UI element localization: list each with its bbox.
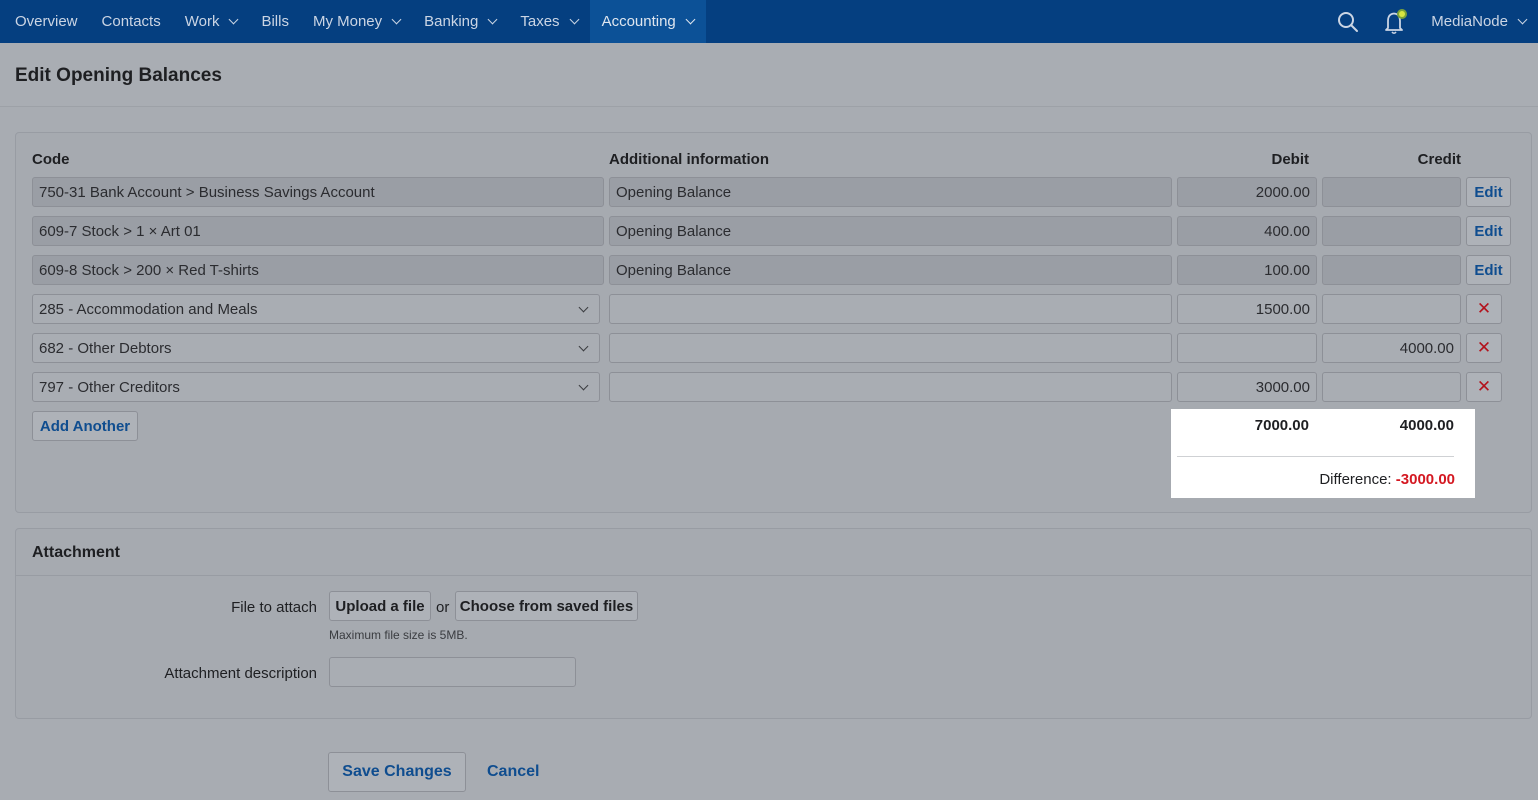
account-code-select[interactable]: 797 - Other Creditors	[32, 372, 600, 402]
row-code-field: 609-7 Stock > 1 × Art 01	[32, 216, 604, 246]
difference-value: -3000.00	[1395, 471, 1455, 488]
nav-item-bills[interactable]: Bills	[249, 0, 301, 43]
additional-info-input[interactable]	[609, 294, 1172, 324]
totals-divider	[1177, 456, 1454, 457]
nav-label: Contacts	[101, 13, 161, 30]
row-info-field: Opening Balance	[609, 177, 1172, 207]
opening-balances-panel: Code Additional information Debit Credit…	[15, 132, 1532, 513]
nav-label: Overview	[15, 13, 78, 30]
additional-info-input[interactable]	[609, 333, 1172, 363]
or-text: or	[436, 599, 450, 616]
debit-input[interactable]	[1177, 333, 1317, 363]
credit-input[interactable]: 4000.00	[1322, 333, 1461, 363]
remove-row-icon[interactable]: ✕	[1466, 372, 1502, 402]
choose-saved-files-button[interactable]: Choose from saved files	[455, 591, 638, 621]
credit-input[interactable]	[1322, 294, 1461, 324]
nav-label: Taxes	[520, 13, 560, 30]
row-debit-field: 2000.00	[1177, 177, 1317, 207]
nav-label: My Money	[312, 13, 383, 30]
cancel-link[interactable]: Cancel	[487, 763, 539, 781]
row-info-field: Opening Balance	[609, 216, 1172, 246]
page-header: Edit Opening Balances	[0, 43, 1538, 107]
nav-item-contacts[interactable]: Contacts	[90, 0, 173, 43]
nav-right-tools: MediaNode	[1335, 0, 1538, 43]
page-title: Edit Opening Balances	[15, 65, 222, 86]
chevron-down-icon	[569, 14, 580, 25]
row-credit-field	[1322, 216, 1461, 246]
row-code-field: 750-31 Bank Account > Business Savings A…	[32, 177, 604, 207]
nav-label: Banking	[424, 13, 479, 30]
row-debit-field: 400.00	[1177, 216, 1317, 246]
account-code-select[interactable]: 285 - Accommodation and Meals	[32, 294, 600, 324]
column-header-code: Code	[32, 151, 70, 168]
account-code-value: 797 - Other Creditors	[39, 378, 180, 396]
chevron-down-icon	[578, 380, 589, 390]
nav-item-my-money[interactable]: My Money	[301, 0, 412, 43]
edit-row-button[interactable]: Edit	[1466, 177, 1511, 207]
column-header-additional-info: Additional information	[609, 151, 769, 168]
account-code-select[interactable]: 682 - Other Debtors	[32, 333, 600, 363]
nav-item-taxes[interactable]: Taxes	[508, 0, 589, 43]
account-code-value: 285 - Accommodation and Meals	[39, 300, 258, 318]
attachment-divider	[16, 575, 1531, 576]
nav-item-accounting[interactable]: Accounting	[589, 0, 706, 43]
difference-line: Difference: -3000.00	[1319, 471, 1455, 488]
row-credit-field	[1322, 255, 1461, 285]
attachment-description-input[interactable]	[329, 657, 576, 687]
row-credit-field	[1322, 177, 1461, 207]
search-icon[interactable]	[1335, 9, 1361, 35]
chevron-down-icon	[578, 302, 589, 312]
account-code-value: 682 - Other Debtors	[39, 339, 172, 357]
chevron-down-icon	[685, 14, 696, 25]
attachment-description-label: Attachment description	[164, 665, 317, 682]
totals-box: 7000.00 4000.00 Difference: -3000.00	[1171, 409, 1475, 498]
nav-item-overview[interactable]: Overview	[0, 0, 90, 43]
remove-row-icon[interactable]: ✕	[1466, 333, 1502, 363]
difference-label: Difference:	[1319, 471, 1392, 488]
attachment-title: Attachment	[32, 544, 121, 561]
credit-total: 4000.00	[1399, 417, 1454, 434]
remove-row-icon[interactable]: ✕	[1466, 294, 1502, 324]
upload-file-button[interactable]: Upload a file	[329, 591, 431, 621]
chevron-down-icon	[578, 341, 589, 351]
column-header-debit: Debit	[1271, 151, 1310, 168]
column-header-credit: Credit	[1417, 151, 1461, 168]
account-name: MediaNode	[1431, 13, 1508, 30]
notification-bell-icon[interactable]	[1383, 8, 1409, 35]
attachment-panel: Attachment File to attach Upload a file …	[15, 528, 1532, 719]
account-menu[interactable]: MediaNode	[1431, 13, 1538, 30]
debit-input[interactable]: 1500.00	[1177, 294, 1317, 324]
add-another-button[interactable]: Add Another	[32, 411, 138, 441]
chevron-down-icon	[391, 14, 402, 25]
row-debit-field: 100.00	[1177, 255, 1317, 285]
chevron-down-icon	[1517, 14, 1528, 25]
file-size-hint: Maximum file size is 5MB.	[329, 628, 468, 642]
row-code-field: 609-8 Stock > 200 × Red T-shirts	[32, 255, 604, 285]
chevron-down-icon	[229, 14, 239, 25]
debit-total: 7000.00	[1254, 417, 1309, 434]
nav-item-banking[interactable]: Banking	[412, 0, 508, 43]
nav-label: Accounting	[601, 13, 676, 30]
chevron-down-icon	[487, 14, 498, 25]
edit-row-button[interactable]: Edit	[1466, 255, 1511, 285]
row-info-field: Opening Balance	[609, 255, 1172, 285]
top-navigation: Overview Contacts Work Bills My Money Ba…	[0, 0, 1538, 43]
save-changes-button[interactable]: Save Changes	[328, 752, 466, 792]
debit-input[interactable]: 3000.00	[1177, 372, 1317, 402]
additional-info-input[interactable]	[609, 372, 1172, 402]
credit-input[interactable]	[1322, 372, 1461, 402]
nav-item-work[interactable]: Work	[173, 0, 250, 43]
nav-label: Bills	[261, 13, 289, 30]
file-to-attach-label: File to attach	[231, 599, 317, 616]
edit-row-button[interactable]: Edit	[1466, 216, 1511, 246]
nav-label: Work	[184, 13, 220, 30]
